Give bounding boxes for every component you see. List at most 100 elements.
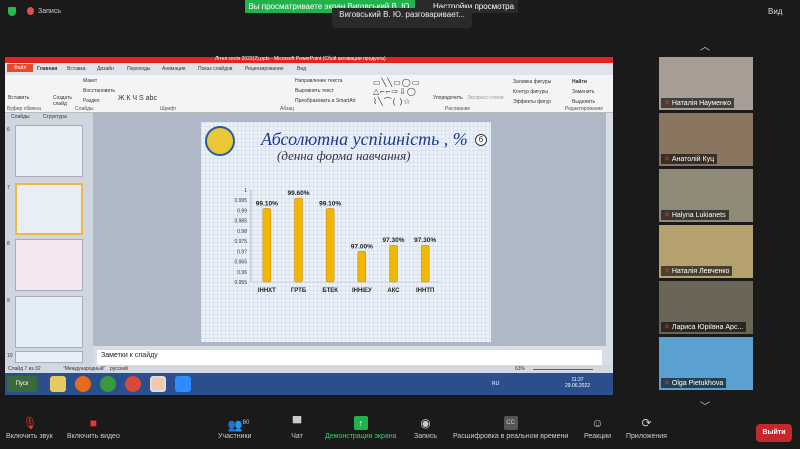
theme-name: "Международный" [63,366,106,372]
unmute-label: Включить звук [6,433,53,440]
meeting-top-bar: Запись Вы просматриваете экран Виговськи… [0,0,800,28]
start-button[interactable]: Пуск [7,376,37,392]
slide-thumbnail-selected[interactable] [15,183,83,235]
pane-tab-outline[interactable]: Структура [43,114,67,120]
meeting-toolbar: 🎙 Включить звук ■ Включить видео 👥60 Участн… [0,410,800,449]
window-title: Літня сесія 2022(2).pptx - Microsoft Pow… [215,56,386,62]
muted-icon: ✕ [664,212,670,219]
participant-video-tile[interactable]: ✕ Halyna Lukianets [659,169,753,222]
data-label: 97.00% [351,243,373,250]
slide-counter: Слайд 7 из 32 [8,366,41,372]
bar [389,244,398,283]
participant-video-tile[interactable]: ✕ Наталія Науменко [659,57,753,110]
thumb-number: 9 [7,298,10,304]
status-bar: Слайд 7 из 32 "Международный" русский 63… [5,365,613,373]
slide-thumbnail[interactable] [15,296,83,348]
participant-video-tile[interactable]: ✕ Наталія Левченко [659,225,753,278]
arrange-button[interactable]: Упорядочить [433,95,463,101]
data-label: 99.10% [319,200,341,207]
unmute-button[interactable]: 🎙 Включить звук [6,410,53,440]
participant-video-tile[interactable]: ✕ Анатолій Куц [659,113,753,166]
explorer-icon[interactable] [50,376,66,392]
align-text-button[interactable]: Выровнять текст [295,88,334,94]
shape-outline-button[interactable]: Контур фигуры [513,89,548,95]
input-language[interactable]: RU [492,381,499,387]
notes-field[interactable]: Заметки к слайду [97,350,602,365]
leave-button[interactable]: Выйти [756,424,792,442]
shield-icon[interactable] [8,7,16,16]
participant-video-tile[interactable]: ✕ Лариса Юріївна Арс... [659,281,753,334]
select-button[interactable]: Выделить [572,99,595,105]
scroll-up-icon[interactable]: ︿ [700,38,710,53]
captions-button[interactable]: CC Расшифровка в реальном времени [453,410,568,440]
participants-button[interactable]: 👥60 Участники [218,410,251,440]
chrome-icon[interactable] [100,376,116,392]
group-clipboard: Буфер обмена [7,106,41,112]
tab-design[interactable]: Дизайн [97,66,114,72]
y-tick-label: 0.96 [237,270,247,276]
smartart-button[interactable]: Преобразовать в SmartArt [295,98,356,104]
zoom-level[interactable]: 63% [515,366,525,372]
new-slide-button[interactable]: Создать слайд [53,95,73,107]
muted-icon: ✕ [664,268,670,275]
find-button[interactable]: Найти [572,79,587,85]
share-arrow-icon: ↑ [353,416,368,430]
text-direction-button[interactable]: Направление текста [295,78,342,84]
language: русский [110,366,128,372]
slide-subtitle: (денна форма навчання) [277,148,411,163]
tab-file[interactable]: Файл [7,64,34,72]
tab-slideshow[interactable]: Показ слайдов [198,66,232,72]
shape-fill-button[interactable]: Заливка фигуры [513,79,551,85]
participant-video-tile[interactable]: ✕ Olga Pietukhova [659,337,753,390]
tab-insert[interactable]: Вставка [67,66,86,72]
group-editing: Редактирование [565,106,604,112]
share-screen-button[interactable]: ↑ Демонстрация экрана [325,410,397,440]
chat-button[interactable]: ▀ Чат [290,410,304,440]
powerpoint-icon[interactable] [150,376,166,392]
powerpoint-window: Літня сесія 2022(2).pptx - Microsoft Pow… [5,56,613,395]
tab-animation[interactable]: Анимация [162,66,185,72]
view-button[interactable]: Вид [768,7,782,16]
participant-name: ✕ Наталія Левченко [661,266,733,276]
shape-effects-button[interactable]: Эффекты фигур [513,99,551,105]
reset-button[interactable]: Восстановить [83,88,115,94]
slides-pane: Слайды Структура 6 7 8 9 10 [5,113,93,365]
video-off-icon: ■ [89,416,98,430]
tab-transitions[interactable]: Переходы [127,66,150,72]
clock: 11:37 29.06.2022 [565,377,590,389]
font-format-buttons[interactable]: Ж К Ч S abc [118,95,157,102]
y-tick-label: 0.975 [234,239,247,245]
tab-view[interactable]: Вид [297,66,306,72]
data-label: 97.30% [382,237,404,244]
record-button[interactable]: ◉ Запись [414,410,437,440]
thumb-number: 7 [7,185,10,191]
apps-icon: ⟳ [641,416,652,430]
quick-styles-button[interactable]: Экспресс-стили [467,95,504,101]
zoom-app-icon[interactable] [175,376,191,392]
apps-button[interactable]: ⟳ Приложения [626,410,667,440]
layout-button[interactable]: Макет [83,78,97,84]
shapes-gallery[interactable]: ▭╲╲▭◯▭ △⌐⌐⇨⇩◯ ⌇╲⌒( )☆ [373,78,420,107]
pane-tab-slides[interactable]: Слайды [11,114,30,120]
start-video-button[interactable]: ■ Включить видео [67,410,120,440]
bar [262,208,272,283]
speaking-indicator: Виговський В. Ю. разговаривает... [332,8,472,28]
muted-icon: ✕ [664,324,670,331]
tab-home[interactable]: Главная [37,66,57,72]
zoom-slider[interactable] [533,369,593,370]
share-label: Демонстрация экрана [325,433,397,440]
participant-name: ✕ Анатолій Куц [661,154,718,164]
slide-thumbnail[interactable] [15,351,83,363]
slide[interactable]: Абсолютна успішність , % (денна форма на… [201,122,491,342]
replace-button[interactable]: Заменить [572,89,594,95]
slide-thumbnail[interactable] [15,239,83,291]
chrome-user-icon[interactable] [125,376,141,392]
paste-button[interactable]: Вставить [8,95,29,101]
ribbon: Вставить Буфер обмена Создать слайд Маке… [5,75,613,113]
tab-review[interactable]: Рецензирование [245,66,284,72]
slide-thumbnail[interactable] [15,125,83,177]
section-button[interactable]: Раздел [83,98,100,104]
reactions-button[interactable]: ☺ Реакции [584,410,611,440]
captions-label: Расшифровка в реальном времени [453,433,569,440]
firefox-icon[interactable] [75,376,91,392]
